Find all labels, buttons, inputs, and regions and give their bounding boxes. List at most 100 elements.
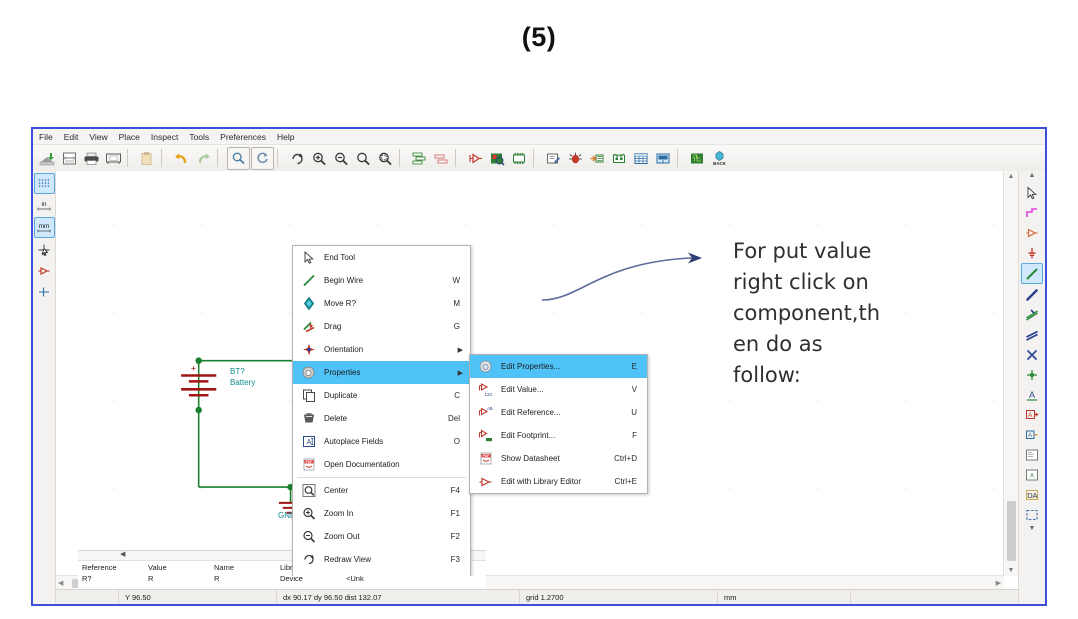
context-menu-item-zoom-to-fit[interactable]: Zoom to Fit Home bbox=[293, 571, 470, 576]
scroll-up-icon[interactable]: ▲ bbox=[1008, 171, 1015, 182]
save-icon[interactable] bbox=[37, 148, 58, 169]
canvas-vertical-scrollbar[interactable]: ▲ ▼ bbox=[1003, 171, 1018, 576]
toggle-grid-button[interactable] bbox=[33, 173, 55, 194]
delete-button[interactable] bbox=[1022, 505, 1042, 524]
menu-preferences[interactable]: Preferences bbox=[220, 132, 266, 142]
zoom-area-icon[interactable] bbox=[375, 148, 396, 169]
place-bus-button[interactable] bbox=[1022, 285, 1042, 304]
undo-icon[interactable] bbox=[171, 148, 192, 169]
leave-sheet-icon[interactable] bbox=[431, 148, 452, 169]
menu-edit[interactable]: Edit bbox=[64, 132, 79, 142]
wire-style-button[interactable] bbox=[35, 282, 54, 301]
menu-file[interactable]: File bbox=[39, 132, 53, 142]
submenu-item-show-datasheet[interactable]: PDF Show Datasheet Ctrl+D bbox=[470, 447, 647, 470]
netlist-icon[interactable] bbox=[465, 148, 486, 169]
context-menu-item-zoom-out[interactable]: Zoom Out F2 bbox=[293, 525, 470, 548]
place-wire-button[interactable] bbox=[1021, 263, 1043, 284]
annotation-line-2: right click on bbox=[733, 270, 869, 294]
autoplace-icon: A bbox=[299, 432, 318, 451]
submenu-item-edit-footprint[interactable]: Edit Footprint... F bbox=[470, 424, 647, 447]
submenu-item-edit-reference[interactable]: ABC Edit Reference... U bbox=[470, 401, 647, 424]
submenu-item-edit-properties[interactable]: Edit Properties... E bbox=[470, 355, 647, 378]
context-menu-item-end-tool[interactable]: End Tool bbox=[293, 246, 470, 269]
context-menu-item-center[interactable]: Center F4 bbox=[293, 479, 470, 502]
scroll-left-icon[interactable]: ◀ bbox=[58, 579, 63, 587]
hier-label-button[interactable]: A bbox=[1022, 425, 1042, 444]
context-menu-item-duplicate[interactable]: Duplicate C bbox=[293, 384, 470, 407]
menu-inspect[interactable]: Inspect bbox=[151, 132, 178, 142]
plot-icon[interactable] bbox=[103, 148, 124, 169]
text-button[interactable]: DA bbox=[1022, 485, 1042, 504]
net-label-button[interactable]: A bbox=[1022, 385, 1042, 404]
global-label-button[interactable]: A bbox=[1022, 405, 1042, 424]
context-menu[interactable]: End Tool Begin Wire W Move R? M Drag G O… bbox=[292, 245, 471, 576]
find-icon[interactable] bbox=[227, 146, 250, 170]
toolbar-separator bbox=[161, 149, 168, 167]
context-menu-item-move[interactable]: Move R? M bbox=[293, 292, 470, 315]
trash-icon bbox=[299, 409, 318, 428]
sheet-pin-button[interactable]: A bbox=[1022, 465, 1042, 484]
bus-to-bus-button[interactable] bbox=[1022, 325, 1042, 344]
units-mm-button[interactable]: mm bbox=[33, 217, 55, 238]
menu-place[interactable]: Place bbox=[119, 132, 140, 142]
right-toolbar-scroll-up-icon[interactable]: ▲ bbox=[1029, 172, 1036, 182]
redo-icon[interactable] bbox=[193, 148, 214, 169]
menu-view[interactable]: View bbox=[89, 132, 107, 142]
toolbar-separator bbox=[217, 149, 224, 167]
bom-icon[interactable] bbox=[509, 148, 530, 169]
rotate-icon[interactable] bbox=[287, 148, 308, 169]
zoom-out-icon[interactable] bbox=[331, 148, 352, 169]
statusbar-cell-grid: grid 1.2700 bbox=[520, 590, 718, 604]
vertical-scroll-thumb[interactable] bbox=[1006, 501, 1016, 561]
submenu-item-edit-with-library-editor[interactable]: Edit with Library Editor Ctrl+E bbox=[470, 470, 647, 493]
units-inch-button[interactable]: in bbox=[35, 196, 54, 215]
context-menu-item-begin-wire[interactable]: Begin Wire W bbox=[293, 269, 470, 292]
pcb-editor-icon[interactable] bbox=[687, 148, 708, 169]
erc-icon[interactable] bbox=[565, 148, 586, 169]
junction-button[interactable] bbox=[1022, 365, 1042, 384]
menu-tools[interactable]: Tools bbox=[189, 132, 209, 142]
toolbar-separator bbox=[455, 149, 462, 167]
context-menu-label: Autoplace Fields bbox=[324, 437, 384, 446]
wire-to-bus-button[interactable] bbox=[1022, 305, 1042, 324]
hidden-pins-button[interactable] bbox=[35, 261, 54, 280]
annotate-icon[interactable] bbox=[543, 148, 564, 169]
refresh-icon[interactable] bbox=[251, 146, 274, 170]
submenu-item-edit-value[interactable]: 123 Edit Value... V bbox=[470, 378, 647, 401]
properties-submenu[interactable]: Edit Properties... E 123 Edit Value... V… bbox=[469, 354, 648, 494]
import-netlist-icon[interactable] bbox=[587, 148, 608, 169]
context-menu-item-drag[interactable]: Drag G bbox=[293, 315, 470, 338]
edit-symbol-fields-icon[interactable] bbox=[609, 148, 630, 169]
context-menu-item-delete[interactable]: Delete Del bbox=[293, 407, 470, 430]
scroll-right-icon[interactable]: ▶ bbox=[996, 579, 1001, 587]
right-toolbar-scroll-down-icon[interactable]: ▼ bbox=[1029, 525, 1036, 535]
fields-scroll-left-icon[interactable]: ◀ bbox=[120, 550, 125, 558]
simulator-icon[interactable]: s bbox=[653, 148, 674, 169]
footprint-assign-icon[interactable] bbox=[487, 148, 508, 169]
paste-icon[interactable] bbox=[137, 148, 158, 169]
spreadsheet-icon[interactable] bbox=[631, 148, 652, 169]
place-symbol-button[interactable] bbox=[1022, 223, 1042, 242]
context-menu-item-properties[interactable]: Properties ▶ bbox=[293, 361, 470, 384]
zoom-in-icon[interactable] bbox=[309, 148, 330, 169]
hierarchy-icon[interactable] bbox=[409, 148, 430, 169]
page-settings-icon[interactable] bbox=[59, 148, 80, 169]
place-power-button[interactable] bbox=[1022, 243, 1042, 262]
scroll-down-icon[interactable]: ▼ bbox=[1008, 565, 1015, 576]
zoom-fit-icon[interactable] bbox=[353, 148, 374, 169]
no-connect-button[interactable] bbox=[1022, 345, 1042, 364]
svg-text:A: A bbox=[306, 439, 311, 446]
hierarchy-label-button[interactable] bbox=[1022, 203, 1042, 222]
context-menu-item-redraw-view[interactable]: Redraw View F3 bbox=[293, 548, 470, 571]
context-menu-item-zoom-in[interactable]: Zoom In F1 bbox=[293, 502, 470, 525]
cursor-shape-button[interactable] bbox=[35, 240, 54, 259]
context-menu-item-open-documentation[interactable]: PDF Open Documentation bbox=[293, 453, 470, 476]
orientation-icon bbox=[299, 340, 318, 359]
context-menu-item-orientation[interactable]: Orientation ▶ bbox=[293, 338, 470, 361]
sheet-button[interactable] bbox=[1022, 445, 1042, 464]
back-annotate-icon[interactable]: BACK bbox=[709, 148, 730, 169]
select-tool-button[interactable] bbox=[1022, 183, 1042, 202]
context-menu-item-autoplace-fields[interactable]: A Autoplace Fields O bbox=[293, 430, 470, 453]
menu-help[interactable]: Help bbox=[277, 132, 294, 142]
print-icon[interactable] bbox=[81, 148, 102, 169]
